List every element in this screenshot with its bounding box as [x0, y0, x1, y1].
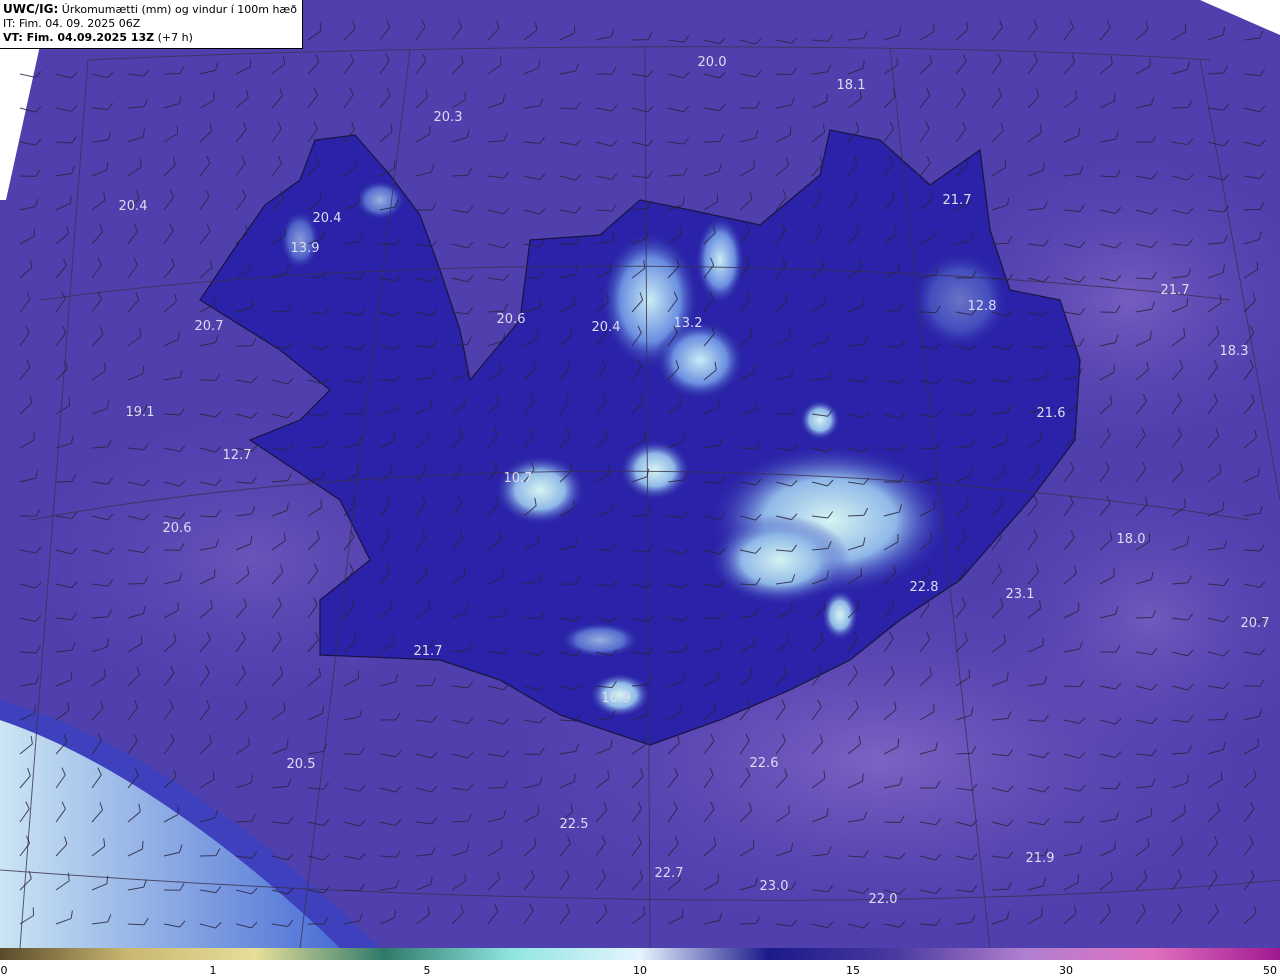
value-label: 22.6 — [750, 756, 779, 771]
value-label: 20.6 — [497, 312, 526, 327]
valid-time: VT: Fim. 04.09.2025 13Z (+7 h) — [3, 31, 302, 45]
colorbar-tick: 30 — [1059, 964, 1073, 977]
colorbar-tick: 15 — [846, 964, 860, 977]
value-label: 22.0 — [869, 892, 898, 907]
value-label: 22.5 — [560, 817, 589, 832]
value-label: 12.7 — [223, 448, 252, 463]
value-label: 20.4 — [119, 199, 148, 214]
value-label: 21.7 — [943, 193, 972, 208]
value-label: 13.2 — [674, 316, 703, 331]
value-label: 20.4 — [592, 320, 621, 335]
value-label: 10.7 — [504, 471, 533, 486]
colorbar: 0 1 5 10 15 30 50 — [0, 948, 1280, 978]
product-code: UWC/IG: — [3, 2, 59, 16]
colorbar-tick: 0 — [0, 964, 8, 977]
value-label: 22.8 — [910, 580, 939, 595]
product-title: UWC/IG: Úrkomumætti (mm) og vindur í 100… — [3, 2, 302, 17]
value-label: 20.7 — [195, 319, 224, 334]
map-viewer: 20.0 18.1 20.3 21.7 20.4 20.4 13.9 21.7 12.8 20.7… — [0, 0, 1280, 978]
value-label: 21.9 — [1026, 851, 1055, 866]
precipitable-water-map: 20.0 18.1 20.3 21.7 20.4 20.4 13.9 21.7 12.8 20.7… — [0, 0, 1280, 948]
value-label: 20.3 — [434, 110, 463, 125]
forecast-lead: (+7 h) — [157, 31, 193, 44]
value-label: 18.3 — [1220, 344, 1249, 359]
value-label: 19.1 — [126, 405, 155, 420]
value-label: 20.5 — [287, 757, 316, 772]
value-label: 21.6 — [1037, 406, 1066, 421]
colorbar-ramp — [0, 948, 1280, 960]
colorbar-tick: 10 — [633, 964, 647, 977]
value-label: 13.9 — [291, 241, 320, 256]
value-label: 23.0 — [760, 879, 789, 894]
value-label: 12.8 — [968, 299, 997, 314]
init-time: IT: Fim. 04. 09. 2025 06Z — [3, 17, 141, 30]
value-label: 23.1 — [1006, 587, 1035, 602]
value-label: 21.7 — [414, 644, 443, 659]
colorbar-tick: 5 — [423, 964, 431, 977]
value-label: 20.4 — [313, 211, 342, 226]
value-label: 10.9 — [602, 691, 631, 706]
value-label: 22.7 — [655, 866, 684, 881]
value-label: 18.1 — [837, 78, 866, 93]
value-label: 20.6 — [163, 521, 192, 536]
value-label: 18.0 — [1117, 532, 1146, 547]
map-header: UWC/IG: Úrkomumætti (mm) og vindur í 100… — [0, 0, 303, 49]
value-label: 21.7 — [1161, 283, 1190, 298]
value-label: 20.0 — [698, 55, 727, 70]
valid-time-label: VT: Fim. 04.09.2025 13Z — [3, 31, 155, 44]
colorbar-tick: 50 — [1263, 964, 1277, 977]
value-label: 20.7 — [1241, 616, 1270, 631]
product-description: Úrkomumætti (mm) og vindur í 100m hæð — [61, 3, 297, 16]
colorbar-tick: 1 — [209, 964, 217, 977]
